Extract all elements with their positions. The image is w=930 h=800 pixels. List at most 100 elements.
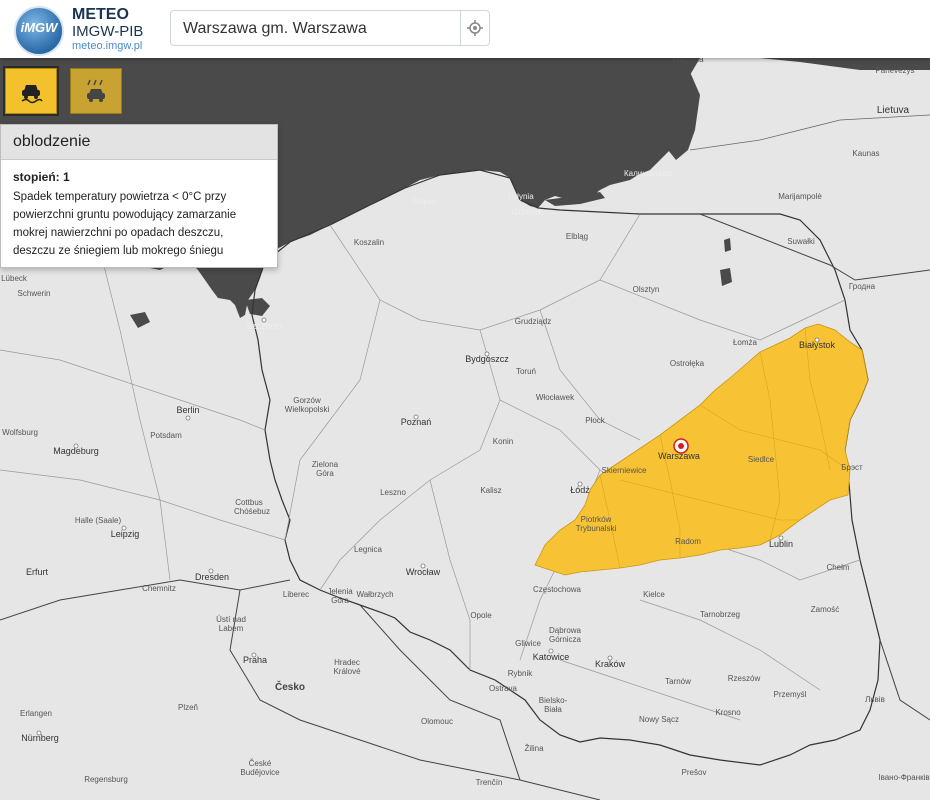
- svg-text:Bielsko-: Bielsko-: [539, 696, 568, 705]
- svg-text:Králové: Králové: [333, 667, 361, 676]
- svg-text:Legnica: Legnica: [354, 545, 383, 554]
- svg-text:Łomża: Łomża: [733, 338, 758, 347]
- svg-text:Leszno: Leszno: [380, 488, 406, 497]
- svg-text:Skierniewice: Skierniewice: [602, 466, 647, 475]
- svg-text:Łódź: Łódź: [570, 485, 590, 495]
- svg-text:Plzeň: Plzeň: [178, 703, 198, 712]
- svg-text:Częstochowa: Częstochowa: [533, 585, 582, 594]
- svg-text:Piotrków: Piotrków: [581, 515, 612, 524]
- map-canvas[interactable]: Kłajpeda Panevėžys Lietuva Kaunas Marija…: [0, 0, 930, 800]
- svg-text:Dąbrowa: Dąbrowa: [549, 626, 582, 635]
- svg-text:Wolfsburg: Wolfsburg: [2, 428, 38, 437]
- svg-text:Panevėžys: Panevėžys: [875, 66, 914, 75]
- warning-popup: oblodzenie stopień: 1 Spadek temperatury…: [0, 124, 278, 268]
- warning-button-opady[interactable]: [70, 68, 122, 114]
- svg-text:Gorzów: Gorzów: [293, 396, 321, 405]
- svg-text:Kalisz: Kalisz: [480, 486, 501, 495]
- svg-text:Schwerin: Schwerin: [18, 289, 51, 298]
- svg-text:Брэст: Брэст: [841, 463, 863, 472]
- svg-text:Калининград: Калининград: [624, 169, 672, 178]
- svg-text:Ústí nad: Ústí nad: [216, 615, 246, 624]
- search-input[interactable]: [181, 11, 465, 47]
- svg-text:Rzeszów: Rzeszów: [728, 674, 761, 683]
- svg-text:Płock: Płock: [585, 416, 606, 425]
- svg-text:Konin: Konin: [493, 437, 513, 446]
- svg-text:Góra: Góra: [331, 596, 349, 605]
- svg-text:Česko: Česko: [275, 680, 305, 693]
- svg-text:Katowice: Katowice: [533, 652, 570, 662]
- svg-text:Koszalin: Koszalin: [354, 238, 384, 247]
- svg-text:Krosno: Krosno: [715, 708, 741, 717]
- svg-text:Gdańsk: Gdańsk: [511, 207, 543, 217]
- svg-text:Tarnobrzeg: Tarnobrzeg: [700, 610, 740, 619]
- svg-text:Erlangen: Erlangen: [20, 709, 52, 718]
- svg-text:Suwałki: Suwałki: [787, 237, 815, 246]
- svg-text:Wrocław: Wrocław: [406, 567, 441, 577]
- svg-text:Gdynia: Gdynia: [508, 192, 534, 201]
- imgw-logo[interactable]: iMGW: [14, 6, 64, 56]
- svg-text:Cottbus: Cottbus: [235, 498, 263, 507]
- svg-text:Jelenia: Jelenia: [327, 587, 353, 596]
- svg-text:Leipzig: Leipzig: [111, 529, 140, 539]
- svg-text:Trenčín: Trenčín: [476, 778, 503, 787]
- svg-text:Hradec: Hradec: [334, 658, 360, 667]
- locate-button[interactable]: [460, 11, 489, 45]
- svg-text:Івано-Франків: Івано-Франків: [878, 773, 929, 782]
- svg-text:Chóśebuz: Chóśebuz: [234, 507, 270, 516]
- svg-text:Lietuva: Lietuva: [877, 105, 910, 116]
- top-bar: iMGW METEO IMGW-PIB meteo.imgw.pl: [0, 0, 930, 58]
- svg-text:Regensburg: Regensburg: [84, 775, 128, 784]
- svg-text:Toruń: Toruń: [516, 367, 536, 376]
- svg-text:Gliwice: Gliwice: [515, 639, 541, 648]
- svg-text:Chełm: Chełm: [826, 563, 849, 572]
- svg-text:Dresden: Dresden: [195, 572, 229, 582]
- svg-text:Góra: Góra: [316, 469, 334, 478]
- svg-text:Warszawa: Warszawa: [658, 451, 700, 461]
- svg-text:Kaunas: Kaunas: [852, 149, 879, 158]
- svg-text:Tarnów: Tarnów: [665, 677, 691, 686]
- svg-text:Wałbrzych: Wałbrzych: [356, 590, 393, 599]
- rain-car-icon: [87, 79, 105, 102]
- svg-text:Львів: Львів: [865, 695, 885, 704]
- icy-road-car-icon: [21, 85, 43, 104]
- svg-text:Lübeck: Lübeck: [1, 274, 28, 283]
- warning-button-oblodzenie[interactable]: [5, 68, 57, 114]
- svg-text:Nowy Sącz: Nowy Sącz: [639, 715, 679, 724]
- svg-text:Ostrołęka: Ostrołęka: [670, 359, 705, 368]
- svg-text:Marijampolė: Marijampolė: [778, 192, 822, 201]
- svg-text:Olomouc: Olomouc: [421, 717, 453, 726]
- svg-text:Biała: Biała: [544, 705, 562, 714]
- svg-text:Kraków: Kraków: [595, 659, 626, 669]
- svg-text:Prešov: Prešov: [682, 768, 707, 777]
- svg-text:Žilina: Žilina: [524, 744, 544, 753]
- brand-title: METEO: [72, 6, 129, 23]
- svg-text:Potsdam: Potsdam: [150, 431, 182, 440]
- svg-text:České: České: [249, 759, 272, 768]
- popup-level: stopień: 1: [13, 170, 70, 184]
- svg-text:Rybnik: Rybnik: [508, 669, 533, 678]
- location-search: [170, 10, 490, 47]
- svg-text:Elbląg: Elbląg: [566, 232, 588, 241]
- brand-subtitle: IMGW-PIB: [72, 23, 144, 40]
- svg-text:Berlin: Berlin: [176, 405, 199, 415]
- svg-text:Szczecin: Szczecin: [246, 321, 282, 331]
- svg-text:Włocławek: Włocławek: [536, 393, 575, 402]
- svg-text:Trybunalski: Trybunalski: [576, 524, 617, 533]
- svg-text:Halle (Saale): Halle (Saale): [75, 516, 122, 525]
- svg-text:Olsztyn: Olsztyn: [633, 285, 660, 294]
- svg-text:Wielkopolski: Wielkopolski: [285, 405, 330, 414]
- popup-description: Spadek temperatury powietrza < 0°C przy …: [13, 191, 237, 257]
- popup-title: oblodzenie: [1, 125, 277, 160]
- svg-text:Гродна: Гродна: [849, 282, 876, 291]
- svg-text:Lublin: Lublin: [769, 539, 793, 549]
- crosshair-icon: [467, 20, 483, 36]
- svg-text:Zamość: Zamość: [811, 605, 839, 614]
- svg-text:Liberec: Liberec: [283, 590, 309, 599]
- logo-text: iMGW: [20, 20, 58, 35]
- svg-text:Grudziądz: Grudziądz: [515, 317, 551, 326]
- brand-url[interactable]: meteo.imgw.pl: [72, 40, 142, 52]
- svg-text:Górnicza: Górnicza: [549, 635, 582, 644]
- svg-text:Labem: Labem: [219, 624, 244, 633]
- svg-text:Erfurt: Erfurt: [26, 567, 49, 577]
- svg-text:Chemnitz: Chemnitz: [142, 584, 176, 593]
